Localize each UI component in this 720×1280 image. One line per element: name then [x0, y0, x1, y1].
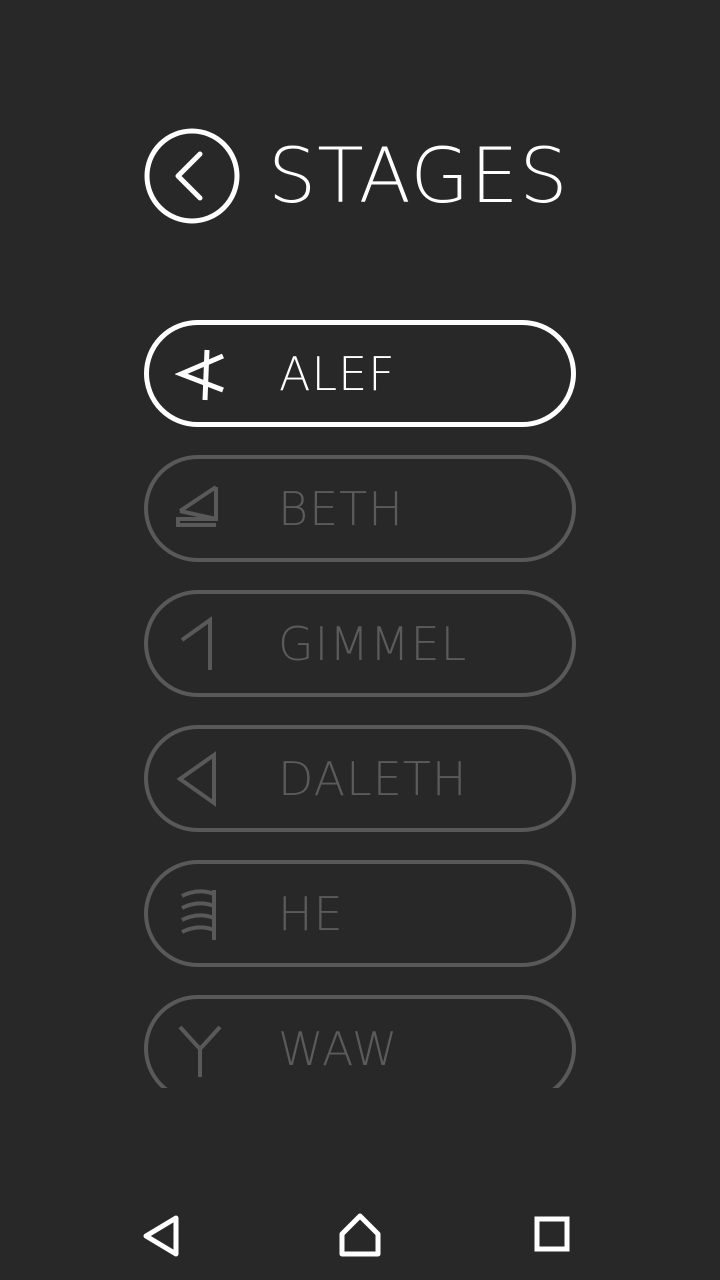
back-button[interactable] [144, 128, 240, 224]
he-glyph-icon [174, 886, 230, 942]
nav-recents-button[interactable] [522, 1208, 582, 1264]
stage-item-waw[interactable]: WAW [144, 995, 576, 1088]
stage-list: ALEF BETH GIMMEL DALETH HE WAW [144, 320, 576, 1088]
stage-item-daleth[interactable]: DALETH [144, 725, 576, 832]
system-nav-bar [0, 1188, 720, 1280]
stage-label: GIMMEL [278, 616, 468, 671]
header: STAGES [144, 128, 569, 224]
stage-label: BETH [278, 481, 404, 536]
stage-item-alef[interactable]: ALEF [144, 320, 576, 427]
triangle-back-icon [143, 1215, 179, 1257]
stages-screen: STAGES ALEF BETH GIMMEL DALETH HE WAW [0, 0, 720, 1280]
stage-label: HE [278, 886, 344, 941]
home-icon [339, 1213, 381, 1257]
chevron-left-circle-icon [144, 128, 240, 224]
daleth-glyph-icon [174, 750, 230, 807]
stage-item-gimmel[interactable]: GIMMEL [144, 590, 576, 697]
stage-label: WAW [278, 1021, 399, 1076]
stage-label: DALETH [278, 751, 468, 806]
page-title: STAGES [268, 131, 569, 220]
stage-item-beth[interactable]: BETH [144, 455, 576, 562]
beth-glyph-icon [174, 481, 230, 537]
nav-back-button[interactable] [130, 1208, 190, 1264]
waw-glyph-icon [174, 1021, 230, 1077]
stage-item-he[interactable]: HE [144, 860, 576, 967]
stage-label: ALEF [279, 346, 396, 401]
alef-glyph-icon [175, 346, 231, 402]
nav-home-button[interactable] [330, 1208, 390, 1264]
square-recents-icon [534, 1216, 570, 1252]
gimmel-glyph-icon [174, 615, 230, 672]
